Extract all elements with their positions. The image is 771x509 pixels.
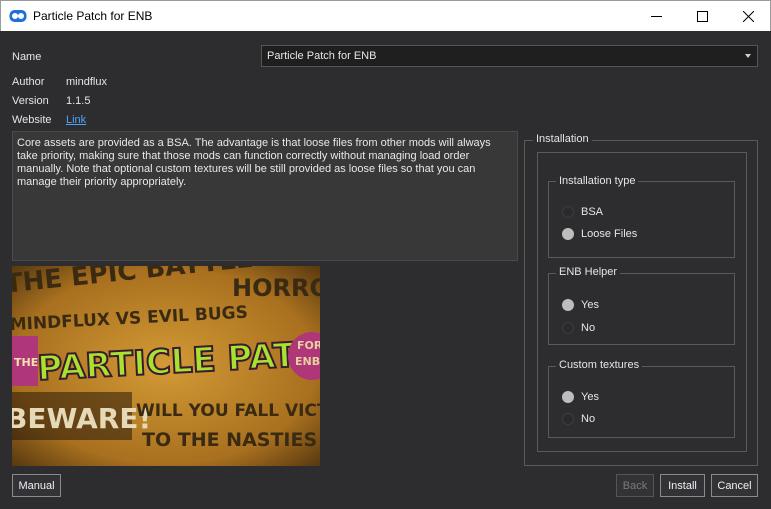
banner-line4: BEWARE! (12, 402, 151, 435)
radio-button-icon (562, 322, 574, 334)
maximize-button[interactable] (679, 1, 725, 32)
banner-the: THE (14, 356, 38, 369)
name-dropdown-value: Particle Patch for ENB (267, 50, 377, 62)
banner-line6: TO THE NASTIES (142, 429, 317, 451)
minimize-button[interactable] (633, 1, 679, 32)
install-button[interactable]: Install (660, 474, 705, 497)
version-label: Version (12, 95, 49, 107)
radio-button-icon (562, 299, 574, 311)
name-dropdown[interactable]: Particle Patch for ENB (261, 45, 758, 67)
window-title: Particle Patch for ENB (33, 9, 153, 23)
banner-line1b: HORRO (232, 274, 320, 302)
banner-graphic: THE EPIC BATTLE HORRO MINDFLUX VS EVIL B… (12, 266, 320, 466)
radio-custom-textures-yes[interactable]: Yes (562, 390, 712, 406)
radio-enb-helper-yes[interactable]: Yes (562, 298, 712, 314)
radio-label: No (581, 322, 596, 334)
radio-button-icon (562, 206, 574, 218)
radio-custom-textures-no[interactable]: No (562, 412, 712, 428)
version-value: 1.1.5 (66, 95, 91, 107)
banner-badge-top: FOR (297, 339, 320, 352)
radio-label: Yes (581, 391, 599, 403)
radio-button-icon (562, 413, 574, 425)
radio-label: No (581, 413, 596, 425)
author-label: Author (12, 76, 45, 88)
name-label: Name (12, 51, 42, 63)
title-bar: Particle Patch for ENB (0, 0, 771, 31)
description-box[interactable]: Core assets are provided as a BSA. The a… (12, 131, 518, 261)
manual-button[interactable]: Manual (12, 474, 61, 497)
banner-badge-bottom: ENB (295, 355, 320, 368)
radio-loose-files[interactable]: Loose Files (562, 227, 712, 243)
installation-title: Installation (533, 133, 592, 145)
website-label: Website (12, 114, 52, 126)
cancel-button[interactable]: Cancel (711, 474, 758, 497)
radio-enb-helper-no[interactable]: No (562, 321, 712, 337)
close-icon (742, 11, 754, 22)
back-button[interactable]: Back (616, 474, 654, 497)
installation-type-title: Installation type (556, 175, 639, 187)
radio-button-icon (562, 228, 574, 240)
radio-label: Loose Files (581, 228, 638, 240)
chevron-down-icon (745, 54, 751, 58)
banner-line5: WILL YOU FALL VICTI (136, 401, 320, 421)
website-link[interactable]: Link (66, 114, 86, 126)
maximize-icon (696, 11, 708, 22)
minimize-icon (650, 16, 662, 17)
radio-label: BSA (581, 206, 604, 218)
mod-banner-image: THE EPIC BATTLE HORRO MINDFLUX VS EVIL B… (12, 266, 320, 466)
enb-helper-title: ENB Helper (556, 266, 621, 278)
close-button[interactable] (725, 1, 771, 32)
radio-label: Yes (581, 299, 599, 311)
radio-bsa[interactable]: BSA (562, 205, 712, 221)
app-icon (9, 10, 27, 22)
radio-button-icon (562, 391, 574, 403)
custom-textures-title: Custom textures (556, 359, 643, 371)
author-value: mindflux (66, 76, 107, 88)
